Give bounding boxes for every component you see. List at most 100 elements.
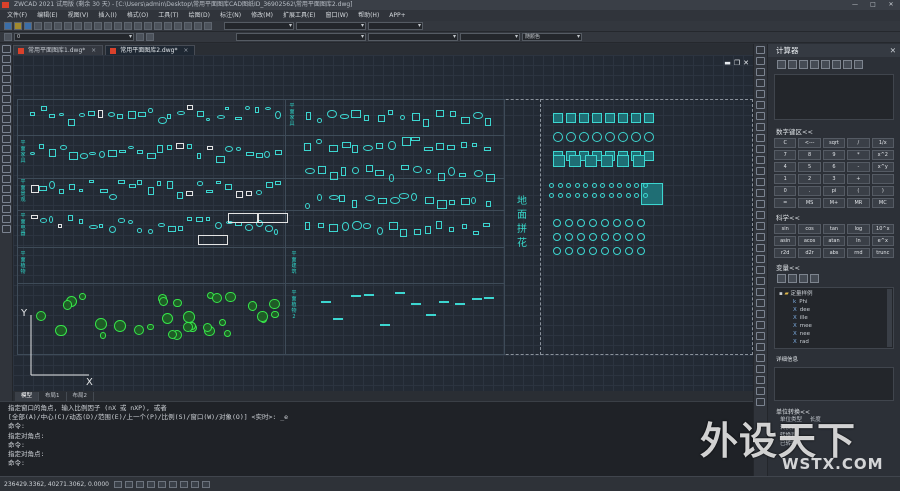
stretch-icon[interactable] <box>756 134 765 142</box>
calc-key[interactable]: e^x <box>871 236 894 246</box>
settings-tool-icon[interactable] <box>756 288 765 296</box>
menu-app[interactable]: APP+ <box>384 10 410 21</box>
paste-icon[interactable] <box>74 22 82 30</box>
layer-select[interactable]: 0 <box>14 33 134 41</box>
make-block-icon[interactable] <box>2 165 11 173</box>
calc-key[interactable]: 8 <box>798 150 821 160</box>
undo-icon[interactable] <box>94 22 102 30</box>
make-current-icon[interactable] <box>136 33 144 41</box>
layer-previous-icon[interactable] <box>146 33 154 41</box>
tab-layout2[interactable]: 布局2 <box>67 391 95 401</box>
block-tool-icon[interactable] <box>756 233 765 241</box>
doc-tab-2[interactable]: 常用平面图库2.dwg* × <box>105 45 196 55</box>
calc-var-icon[interactable] <box>810 274 819 283</box>
polygon-icon[interactable] <box>2 75 11 83</box>
preview-icon[interactable] <box>44 22 52 30</box>
var-item[interactable]: Xrad <box>779 338 889 346</box>
calculator-close[interactable]: ✕ <box>890 44 896 57</box>
delete-var-icon[interactable] <box>799 274 808 283</box>
array-icon[interactable] <box>756 90 765 98</box>
menu-ext-tools[interactable]: 扩展工具(E) <box>278 10 320 21</box>
rotate-icon[interactable] <box>756 112 765 120</box>
calc-key[interactable]: cos <box>798 224 821 234</box>
command-window[interactable]: 指定窗口的角点, 输入比例因子 (nX 或 nXP), 或者 [全部(A)/中心… <box>0 401 753 476</box>
erase-icon[interactable] <box>756 46 765 54</box>
help-icon[interactable] <box>204 22 212 30</box>
calc-key[interactable]: 2 <box>798 174 821 184</box>
var-item[interactable]: Xille <box>779 314 889 322</box>
draworder-icon[interactable] <box>756 321 765 329</box>
hatch-tool-icon[interactable] <box>756 266 765 274</box>
tab-model[interactable]: 模型 <box>15 391 40 401</box>
rectangle-icon[interactable] <box>2 85 11 93</box>
clean-tool-icon[interactable] <box>756 277 765 285</box>
trim-icon[interactable] <box>756 145 765 153</box>
polyline-icon[interactable] <box>2 65 11 73</box>
copy-object-icon[interactable] <box>756 57 765 65</box>
calc-key[interactable]: x^y <box>871 162 894 172</box>
redo-icon[interactable] <box>104 22 112 30</box>
calc-key[interactable]: 7 <box>774 150 797 160</box>
viewport-minimize[interactable]: ▬ <box>724 59 731 67</box>
calc-key[interactable]: 10^x <box>871 224 894 234</box>
extend-icon[interactable] <box>756 156 765 164</box>
calc-key[interactable]: = <box>774 198 797 208</box>
calc-key[interactable]: C <box>774 138 797 148</box>
new-var-icon[interactable] <box>777 274 786 283</box>
open-icon[interactable] <box>14 22 22 30</box>
doc-tab-close[interactable]: × <box>91 47 96 54</box>
maximize-button[interactable]: □ <box>864 0 882 10</box>
calc-key[interactable]: r2d <box>774 248 797 258</box>
edit-var-icon[interactable] <box>788 274 797 283</box>
purge-icon[interactable] <box>756 299 765 307</box>
calc-key[interactable]: <--- <box>798 138 821 148</box>
menu-tools[interactable]: 工具(T) <box>153 10 183 21</box>
calc-key[interactable]: ) <box>871 186 894 196</box>
ellipse-arc-icon[interactable] <box>2 145 11 153</box>
insert-block-icon[interactable] <box>2 155 11 163</box>
viewport-restore[interactable]: ❐ <box>734 59 740 67</box>
calc-key[interactable] <box>871 174 894 184</box>
offset-icon[interactable] <box>756 79 765 87</box>
calc-key[interactable]: trunc <box>871 248 894 258</box>
calc-key[interactable]: sqrt <box>822 138 846 148</box>
ortho-icon[interactable] <box>136 480 144 488</box>
hatch-icon[interactable] <box>2 185 11 193</box>
ray-icon[interactable] <box>2 55 11 63</box>
calc-key[interactable]: MC <box>871 198 894 208</box>
snap-icon[interactable] <box>114 480 122 488</box>
linetype-select[interactable] <box>368 33 458 41</box>
point-icon[interactable] <box>2 175 11 183</box>
variables-list[interactable]: ▪ ▰ 定量样例 k Phi Xdee Xille Xmee Xnee Xrad <box>774 287 894 349</box>
mirror-icon[interactable] <box>756 68 765 76</box>
calc-key[interactable]: ( <box>847 186 870 196</box>
measure-icon[interactable] <box>756 343 765 351</box>
list-icon[interactable] <box>756 365 765 373</box>
calc-key[interactable]: + <box>847 174 870 184</box>
calc-key[interactable]: rnd <box>847 248 870 258</box>
help-icon[interactable] <box>854 60 863 69</box>
layer-manager-icon[interactable] <box>194 22 202 30</box>
get-angle-icon[interactable] <box>821 60 830 69</box>
get-distance-icon[interactable] <box>810 60 819 69</box>
tab-layout1[interactable]: 布局1 <box>39 391 67 401</box>
dim-style-select[interactable] <box>296 22 366 30</box>
cut-icon[interactable] <box>54 22 62 30</box>
id-point-icon[interactable] <box>756 376 765 384</box>
calc-key[interactable]: MR <box>847 198 870 208</box>
paste-value-icon[interactable] <box>843 60 852 69</box>
history-icon[interactable] <box>788 60 797 69</box>
calc-key[interactable]: 3 <box>822 174 846 184</box>
calc-key[interactable]: pi <box>822 186 846 196</box>
var-folder[interactable]: ▪ ▰ 定量样例 <box>779 290 889 298</box>
model-space-icon[interactable] <box>191 480 199 488</box>
calc-key[interactable]: d2r <box>798 248 821 258</box>
annotation-icon[interactable] <box>202 480 210 488</box>
calc-key[interactable]: 0 <box>774 186 797 196</box>
text-tool-icon[interactable] <box>756 244 765 252</box>
calc-key[interactable]: log <box>847 224 870 234</box>
osnap-icon[interactable] <box>158 480 166 488</box>
calc-key[interactable]: acos <box>798 236 821 246</box>
cloud-icon[interactable] <box>2 115 11 123</box>
line-icon[interactable] <box>2 45 11 53</box>
